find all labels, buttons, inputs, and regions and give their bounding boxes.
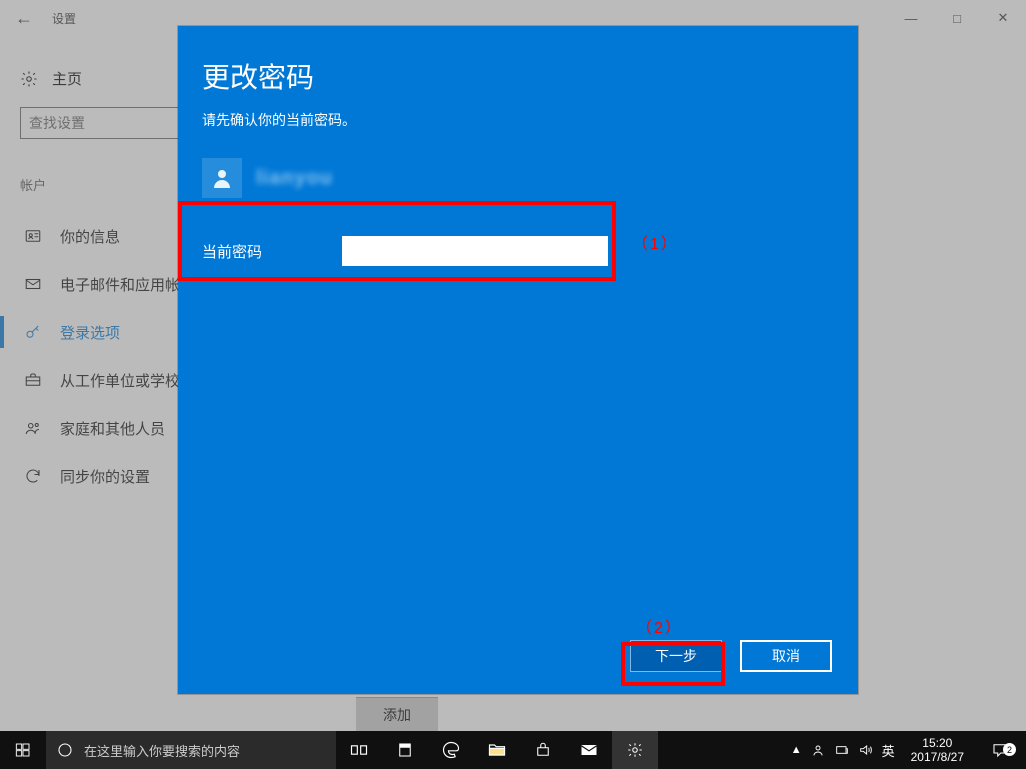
mail-icon [24, 275, 42, 293]
people-icon [24, 419, 42, 437]
user-name: lianyou [256, 167, 333, 190]
cortana-icon [56, 741, 74, 759]
cortana-placeholder: 在这里输入你要搜索的内容 [84, 741, 240, 760]
clock[interactable]: 15:20 2017/8/27 [903, 736, 972, 764]
notification-count: 2 [1003, 743, 1016, 756]
ime-indicator[interactable]: 英 [882, 741, 895, 760]
minimize-button[interactable]: ― [888, 0, 934, 36]
volume-icon[interactable] [858, 742, 874, 758]
maximize-button[interactable]: □ [934, 0, 980, 36]
nav-label: 你的信息 [60, 226, 120, 247]
taskbar-edge[interactable] [428, 731, 474, 769]
store-icon [534, 741, 552, 759]
current-password-label: 当前密码 [202, 241, 332, 262]
key-icon [24, 323, 42, 341]
briefcase-icon [24, 371, 42, 389]
cortana-search[interactable]: 在这里输入你要搜索的内容 [46, 731, 336, 769]
people-tray-icon[interactable] [810, 742, 826, 758]
task-view-button[interactable] [336, 731, 382, 769]
time: 15:20 [911, 736, 964, 750]
current-password-row: 当前密码 [202, 236, 834, 266]
search-placeholder: 查找设置 [29, 113, 85, 133]
nav-label: 家庭和其他人员 [60, 418, 165, 439]
tray-overflow[interactable]: ▲ [791, 744, 802, 756]
user-row: lianyou [202, 158, 834, 198]
add-button[interactable]: 添加 [356, 697, 438, 731]
taskbar-app-1[interactable] [382, 731, 428, 769]
app-icon [396, 741, 414, 759]
taskbar-mail[interactable] [566, 731, 612, 769]
window-title: 设置 [48, 10, 76, 27]
taskbar-settings[interactable] [612, 731, 658, 769]
dialog-subtitle: 请先确认你的当前密码。 [202, 110, 834, 130]
dialog-title: 更改密码 [202, 56, 834, 96]
person-icon [210, 166, 234, 190]
nav-label: 登录选项 [60, 322, 120, 343]
window-controls: ― □ ✕ [888, 0, 1026, 36]
edge-icon [441, 740, 461, 760]
date: 2017/8/27 [911, 750, 964, 764]
change-password-dialog: 更改密码 请先确认你的当前密码。 lianyou 当前密码 下一步 取消 [178, 26, 858, 694]
taskbar-store[interactable] [520, 731, 566, 769]
back-button[interactable]: ← [0, 8, 48, 29]
nav-label: 电子邮件和应用帐户 [60, 274, 195, 295]
person-card-icon [24, 227, 42, 245]
mail-icon [579, 740, 599, 760]
folder-icon [487, 740, 507, 760]
task-view-icon [349, 740, 369, 760]
annotation-1: （1） [632, 230, 679, 254]
next-button[interactable]: 下一步 [630, 640, 722, 672]
nav-label: 同步你的设置 [60, 466, 150, 487]
close-button[interactable]: ✕ [980, 0, 1026, 36]
taskbar: 在这里输入你要搜索的内容 ▲ 英 15:20 2017/8/27 2 [0, 731, 1026, 769]
dialog-buttons: 下一步 取消 [630, 640, 832, 672]
system-tray: ▲ 英 15:20 2017/8/27 2 [791, 736, 1026, 764]
avatar [202, 158, 242, 198]
current-password-input[interactable] [342, 236, 608, 266]
sync-icon [24, 467, 42, 485]
home-label: 主页 [52, 68, 82, 89]
gear-icon [626, 741, 644, 759]
start-button[interactable] [0, 731, 46, 769]
gear-icon [20, 70, 38, 88]
action-center[interactable]: 2 [980, 741, 1020, 759]
windows-icon [15, 742, 31, 758]
network-icon[interactable] [834, 742, 850, 758]
taskbar-explorer[interactable] [474, 731, 520, 769]
cancel-button[interactable]: 取消 [740, 640, 832, 672]
annotation-2: （2） [636, 614, 683, 638]
